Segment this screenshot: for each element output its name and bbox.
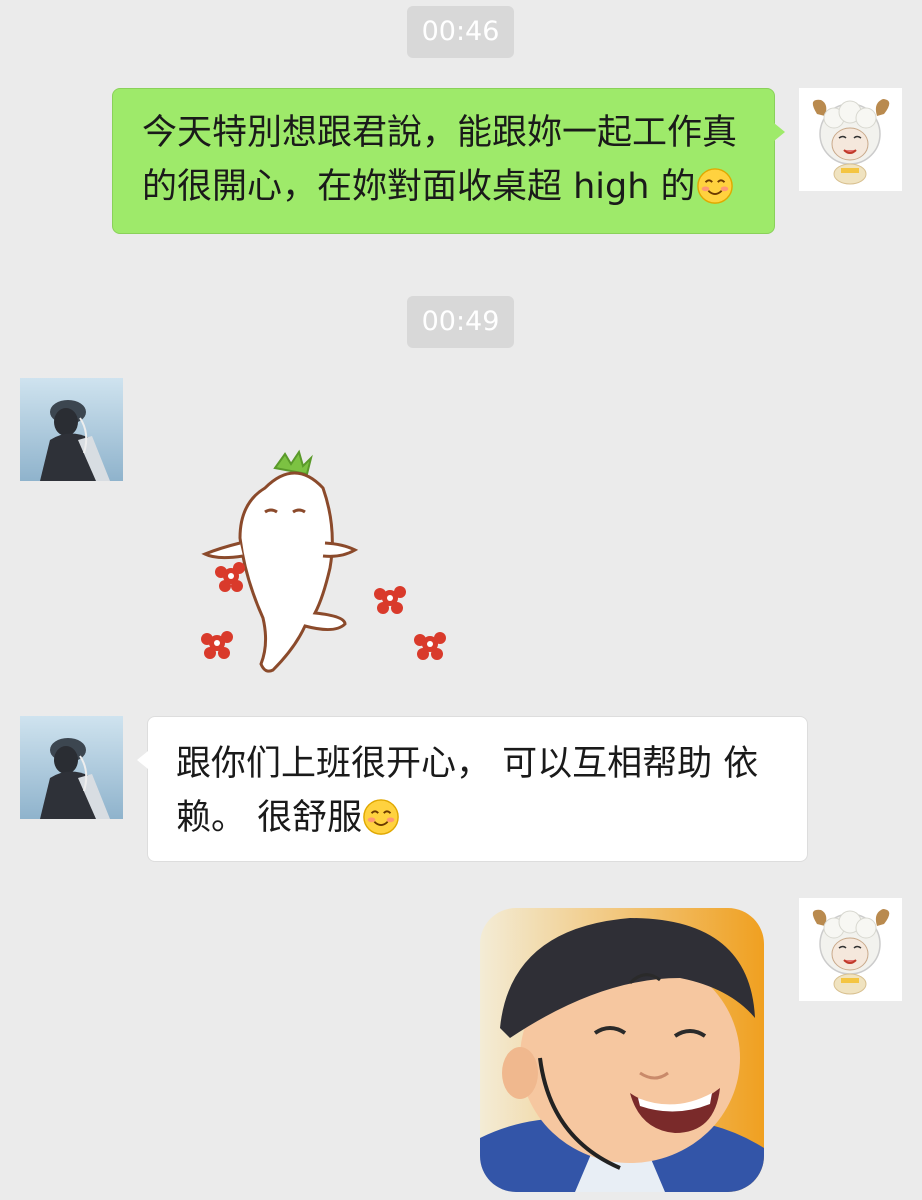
incoming-message-bubble[interactable]: 跟你们上班很开心， 可以互相帮助 依 赖。 很舒服 [137, 716, 808, 862]
smiling-face-emoji-icon [362, 798, 400, 836]
timestamp-label: 00:49 [407, 296, 514, 348]
person-avatar-icon[interactable] [20, 378, 123, 481]
laughing-child-photo[interactable] [480, 908, 764, 1192]
radish-dancing-sticker[interactable] [195, 448, 455, 680]
timestamp-label: 00:46 [407, 6, 514, 58]
message-text-line: 跟你们上班很开心， 可以互相帮助 依 [176, 744, 759, 784]
message-text-line: 的很開心，在妳對面收桌超 high 的 [142, 167, 696, 207]
message-text-line: 今天特別想跟君說，能跟妳一起工作真 [142, 113, 738, 153]
smiling-face-emoji-icon [696, 167, 734, 205]
message-text-line: 赖。 很舒服 [176, 798, 363, 838]
sheep-avatar-icon[interactable] [799, 898, 902, 1001]
person-avatar-icon[interactable] [20, 716, 123, 819]
outgoing-message-bubble[interactable]: 今天特別想跟君說，能跟妳一起工作真 的很開心，在妳對面收桌超 high 的 [112, 88, 785, 234]
sheep-avatar-icon[interactable] [799, 88, 902, 191]
